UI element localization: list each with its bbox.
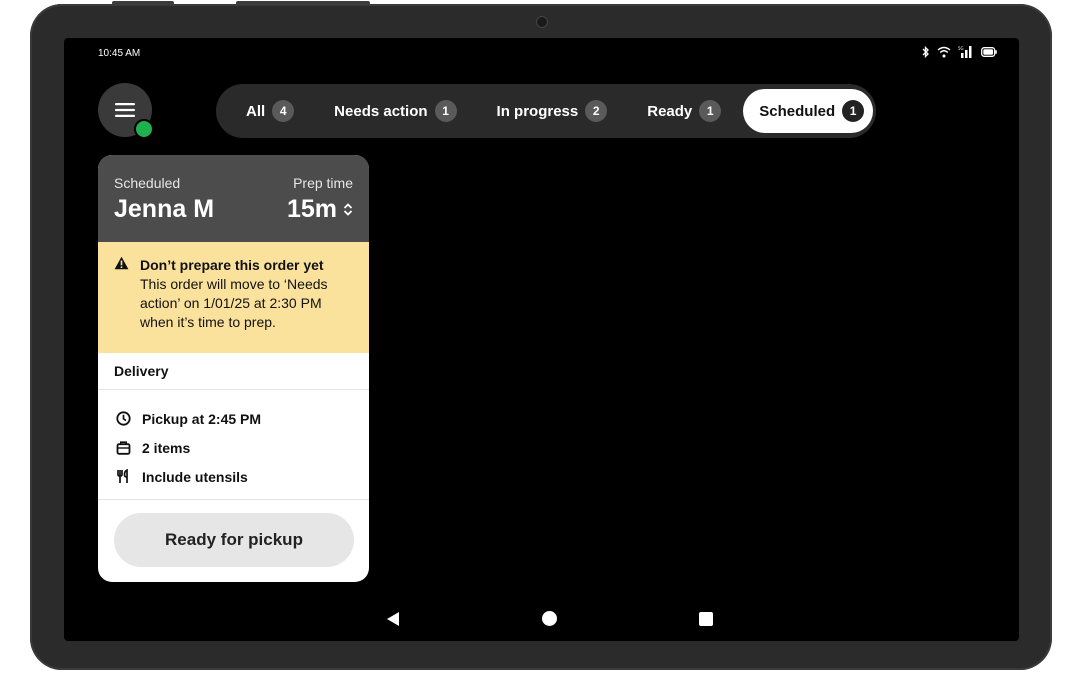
prep-time-value: 15m — [286, 195, 337, 223]
warning-icon — [114, 256, 129, 270]
order-card-header: Scheduled Prep time Jenna M 15m — [98, 155, 369, 242]
menu-button[interactable] — [98, 83, 154, 139]
prep-time-label: Prep time — [293, 175, 353, 191]
status-icons: 5G — [922, 45, 997, 58]
battery-icon — [981, 46, 997, 57]
tab-label: In progress — [496, 102, 579, 120]
detail-item-count: 2 items — [116, 433, 369, 462]
clock-icon — [116, 411, 131, 426]
tablet-frame: 10:45 AM 5G All 4 Needs action 1 In prog… — [30, 1, 1052, 670]
order-details: Pickup at 2:45 PM 2 items Include utensi… — [98, 390, 369, 500]
detail-text: 2 items — [142, 439, 191, 456]
tab-all[interactable]: All 4 — [236, 89, 304, 133]
hamburger-menu-icon — [115, 103, 135, 117]
detail-pickup-time: Pickup at 2:45 PM — [116, 404, 369, 433]
order-card[interactable]: Scheduled Prep time Jenna M 15m Don’t pr… — [98, 155, 369, 582]
tab-scheduled[interactable]: Scheduled 1 — [743, 89, 874, 133]
system-nav-bar — [64, 607, 1019, 631]
detail-utensils: Include utensils — [116, 462, 369, 491]
tab-label: Needs action — [334, 102, 428, 120]
ready-for-pickup-button[interactable]: Ready for pickup — [114, 513, 354, 567]
cellular-signal-icon: 5G — [958, 46, 972, 58]
tab-in-progress[interactable]: In progress 2 — [487, 89, 618, 133]
fulfillment-type: Delivery — [98, 353, 369, 390]
bluetooth-icon — [922, 45, 929, 58]
warning-title: Don’t prepare this order yet — [140, 257, 324, 273]
front-camera — [536, 16, 548, 28]
volume-button — [112, 1, 174, 5]
tab-count-badge: 2 — [585, 100, 608, 122]
bag-icon — [116, 441, 131, 455]
prep-time-selector[interactable]: 15m — [287, 195, 353, 224]
tab-ready[interactable]: Ready 1 — [637, 89, 731, 133]
status-time: 10:45 AM — [98, 48, 141, 59]
order-status-label: Scheduled — [114, 175, 181, 191]
back-icon[interactable] — [386, 611, 400, 627]
tab-label: Ready — [647, 102, 693, 120]
tab-needs-action[interactable]: Needs action 1 — [324, 89, 466, 133]
detail-text: Pickup at 2:45 PM — [142, 410, 262, 427]
screen: 10:45 AM 5G All 4 Needs action 1 In prog… — [64, 38, 1019, 641]
schedule-warning-banner: Don’t prepare this order yet This order … — [98, 242, 369, 353]
tab-count-badge: 4 — [272, 100, 295, 122]
power-button — [236, 1, 370, 5]
detail-text: Include utensils — [142, 468, 248, 485]
recent-apps-icon[interactable] — [699, 612, 713, 626]
home-icon[interactable] — [542, 611, 557, 626]
customer-name: Jenna M — [114, 195, 215, 223]
tab-count-badge: 1 — [842, 100, 865, 122]
warning-body: This order will move to ‘Needs action’ o… — [140, 276, 328, 330]
tab-count-badge: 1 — [434, 100, 457, 122]
tab-count-badge: 1 — [699, 100, 722, 122]
tab-label: Scheduled — [759, 102, 836, 120]
wifi-icon — [937, 46, 951, 57]
online-status-dot — [134, 119, 154, 139]
up-down-chevron-icon — [343, 203, 353, 216]
tab-label: All — [246, 102, 266, 120]
order-status-tabs: All 4 Needs action 1 In progress 2 Ready… — [216, 84, 876, 138]
utensils-icon — [117, 469, 128, 483]
svg-text:5G: 5G — [958, 46, 964, 51]
